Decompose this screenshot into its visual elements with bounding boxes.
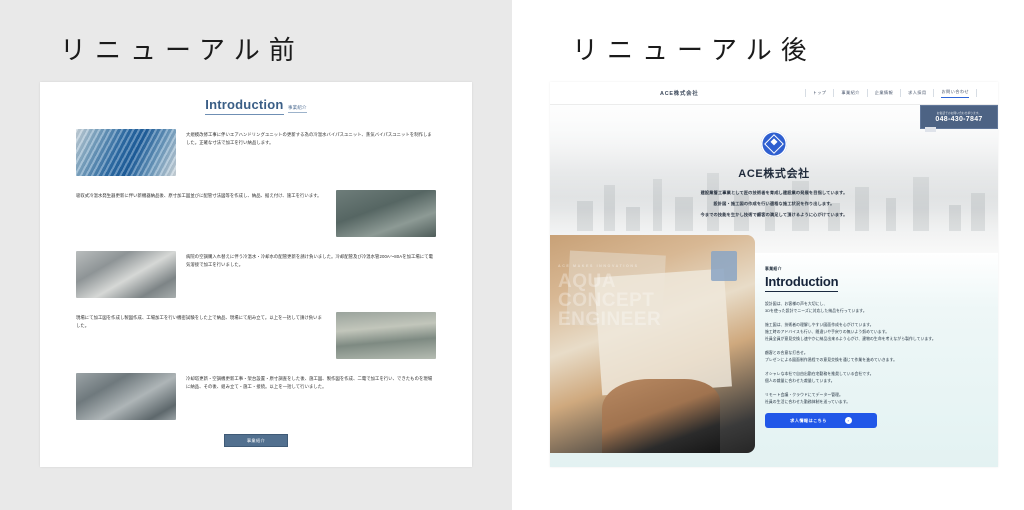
site-navbar: ACE株式会社 トップ 事業紹介 企業情報 求人採用 お問い合わせ [550,82,998,105]
site-brand[interactable]: ACE株式会社 [660,89,699,97]
photo-overlay-small: ACE MAKES INNOVATIONS [558,264,639,268]
hero-company-title: ACE株式会社 [738,168,810,180]
intro-paragraph: オシャレな本社で自由出勤在宅勤務を推奨している会社です。 個人の裁量に合わせた裁量… [765,372,874,384]
new-website-screenshot: ACE株式会社 トップ 事業紹介 企業情報 求人採用 お問い合わせ お電話でのお… [550,82,998,467]
old-row-text: 冷却塔更新・空調機更新工事・架台設置・原寸調査をした後、施工図、製作図を作成、二… [186,373,436,390]
after-heading: リニューアル後 [572,36,816,66]
old-document-body: Introduction 事業紹介 大規模改修工事に伴いエアハンドリングユニット… [40,82,472,447]
nav-divider [804,89,806,97]
desk-blueprint-photo: ACE MAKES INNOVATIONS AQUA CONCEPT ENGIN… [550,235,755,453]
nav-divider [933,89,935,97]
photo-overlay-line: ENGINEER [558,309,662,331]
logo-diamond-shape [764,134,784,154]
intro-paragraph: 顧客との合意な打合せ。 プレゼンによる図面制作過程での意見交換を通じて作業を進めて… [765,351,897,363]
before-panel: リニューアル前 Introduction 事業紹介 大規模改修工事に伴いエアハン… [0,0,512,510]
nav-divider [833,89,835,97]
hero-content: ACE株式会社 建設業管工事業として匠の技術者を育成し建設業の発展を目指していま… [550,131,998,223]
nav-item-recruit[interactable]: 求人採用 [908,90,926,96]
before-heading: リニューアル前 [60,36,304,66]
photo-hand [602,379,720,453]
nav-item-contact[interactable]: お問い合わせ [941,89,969,98]
nav-item-top[interactable]: トップ [813,90,827,96]
pipe-fitting-gray-photo [336,190,436,237]
old-row-text: 大規模改修工事に伴いエアハンドリングユニットの更新する為の冷温水バイパスユニット… [186,129,436,146]
nav-divider [900,89,902,97]
hero-tagline: 建設業管工事業として匠の技術者を育成し建設業の発展を目指しています。 [700,190,848,195]
recruit-button-label: 求人情報はこちら [790,417,827,423]
old-row-paragraph: 吸収式冷温水発生器更新に伴い新機器納品後、原寸加工図並びに配管寸法図等を作成し、… [76,193,322,198]
old-row-text: 吸収式冷温水発生器更新に伴い新機器納品後、原寸加工図並びに配管寸法図等を作成し、… [76,190,326,200]
arrow-right-circle-icon: › [844,417,852,425]
nav-divider [866,89,868,97]
after-panel: リニューアル後 ACE株式会社 トップ 事業紹介 企業情報 求人採用 お問い合わ… [512,0,1024,510]
intro-heading: Introduction [765,274,839,292]
phone-number: 048-430-7847 [935,116,983,123]
old-content-row: 現場にて加工図を作成し製図作成、工場加工を行い機密試験をした上で納品、現場にて組… [76,312,436,359]
old-row-paragraph: 病院の空調購入れ替えに伴う冷温水・冷却水の配管更新を請け負いました。冷却配管及び… [186,254,434,267]
rooftop-chiller-photo [76,373,176,420]
old-content-row: 吸収式冷温水発生器更新に伴い新機器納品後、原寸加工図並びに配管寸法図等を作成し、… [76,190,436,237]
old-row-paragraph: 大規模改修工事に伴いエアハンドリングユニットの更新する為の冷温水バイパスユニット… [186,132,432,145]
nav-item-company[interactable]: 企業情報 [875,90,893,96]
old-content-row: 病院の空調購入れ替えに伴う冷温水・冷却水の配管更新を請け負いました。冷却配管及び… [76,251,436,298]
phone-box-tab[interactable] [925,127,936,132]
nav-item-business[interactable]: 事業紹介 [841,90,859,96]
comparison-stage: リニューアル前 Introduction 事業紹介 大規模改修工事に伴いエアハン… [0,0,1024,510]
hero-section: お電話でのお問い合わせ承ります。 048-430-7847 ACE株式会社 建設… [550,105,998,253]
introduction-content: 事業紹介 Introduction 設計図は、お客様の声を大切にし、 3Dを使った… [765,267,982,429]
introduction-section: ACE MAKES INNOVATIONS AQUA CONCEPT ENGIN… [550,235,998,467]
intro-paragraph: リモート会議・クラウドにてデーター管理。 社員の生活に合わせた勤務体制を送っていま… [765,393,851,405]
old-content-row: 冷却塔更新・空調機更新工事・架台設置・原寸調査をした後、施工図、製作図を作成、二… [76,373,436,420]
old-intro-subtitle: 事業紹介 [287,105,307,113]
intro-kicker-label: 事業紹介 [765,267,782,271]
old-intro-title: Introduction [205,97,284,115]
recruit-info-button[interactable]: 求人情報はこちら › [765,413,877,429]
old-row-text: 病院の空調購入れ替えに伴う冷温水・冷却水の配管更新を請け負いました。冷却配管及び… [186,251,436,268]
old-business-intro-button[interactable]: 事業紹介 [224,434,288,447]
intro-paragraphs: 設計図は、お客様の声を大切にし、 3Dを使った設計でニーズに対応した納品を行ってい… [765,301,982,406]
workshop-fabrication-photo [336,312,436,359]
old-content-row: 大規模改修工事に伴いエアハンドリングユニットの更新する為の冷温水バイパスユニット… [76,129,436,176]
ace-diamond-logo-icon [761,131,787,157]
intro-paragraph: 施工図は、技術者の理解しやすい図面作成を心がけています。 施工時のアドバイスも行い… [765,323,936,342]
piping-blue-unit-photo [76,129,176,176]
photo-overlay-line: AQUA [558,270,616,292]
old-document-header: Introduction 事業紹介 [76,96,436,115]
old-website-screenshot: Introduction 事業紹介 大規模改修工事に伴いエアハンドリングユニット… [40,82,472,467]
old-row-text: 現場にて加工図を作成し製図作成、工場加工を行い機密試験をした上で納品、現場にて組… [76,312,326,329]
phone-contact-box[interactable]: お電話でのお問い合わせ承ります。 048-430-7847 [920,105,998,129]
old-cta-wrapper: 事業紹介 [76,434,436,447]
photo-overlay-text: ACE MAKES INNOVATIONS AQUA CONCEPT ENGIN… [558,264,749,331]
site-nav-items: トップ 事業紹介 企業情報 求人採用 お問い合わせ [798,89,984,98]
intro-paragraph: 設計図は、お客様の声を大切にし、 3Dを使った設計でニーズに対応した納品を行ってい… [765,302,867,314]
phone-note: お電話でのお問い合わせ承ります。 [936,112,982,115]
photo-overlay-line: CONCEPT [558,290,655,312]
hero-tagline-block: 建設業管工事業として匠の技術者を育成し建設業の発展を目指しています。 設計図・施… [550,190,998,218]
large-pipe-outdoor-photo [76,251,176,298]
nav-divider [976,89,977,97]
old-row-paragraph: 冷却塔更新・空調機更新工事・架台設置・原寸調査をした後、施工図、製作図を作成、二… [186,376,433,389]
old-row-paragraph: 現場にて加工図を作成し製図作成、工場加工を行い機密試験をした上で納品、現場にて組… [76,315,322,328]
hero-tagline: 設計図・施工図の作成を行い適格な施工状況を作り出します。 [713,201,835,206]
hero-tagline: 今までの技能を生かし技術で顧客の満足して頂けるように心がけています。 [700,212,848,217]
